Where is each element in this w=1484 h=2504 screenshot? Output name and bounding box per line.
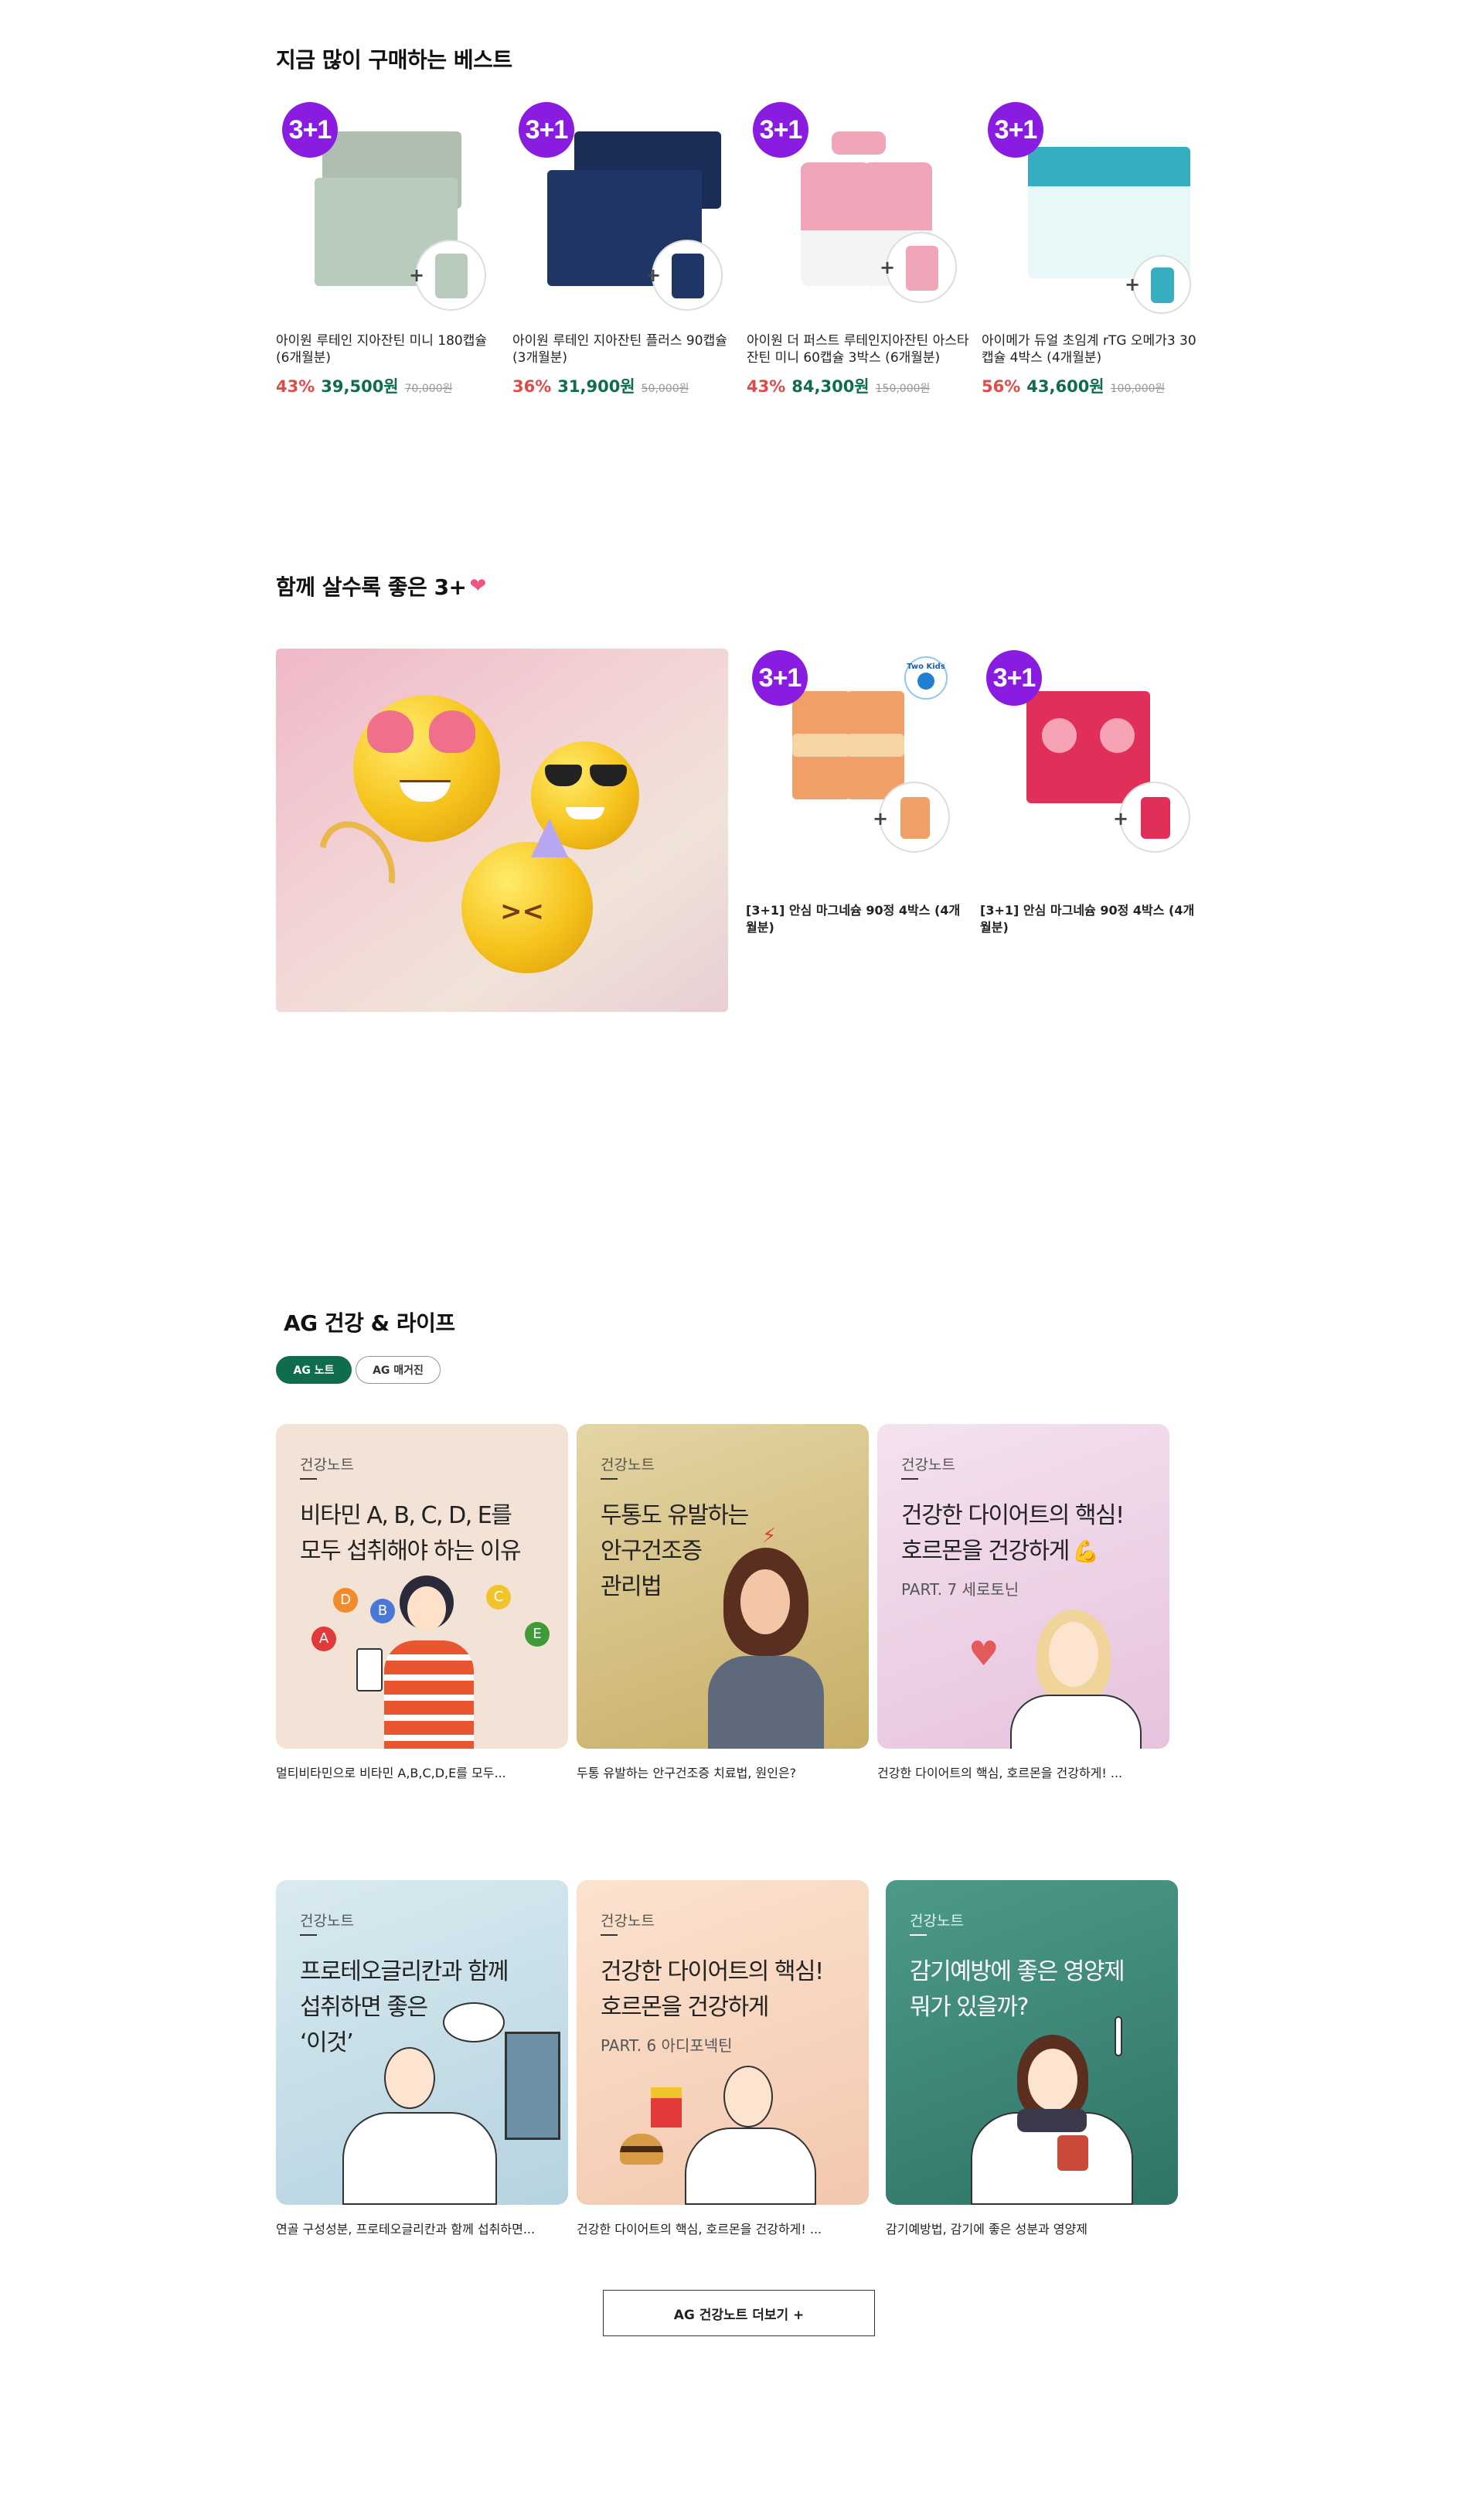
note-thumbnail[interactable]: 건강노트 건강한 다이어트의 핵심! 호르몬을 건강하게 PART. 6 아디포… <box>577 1880 869 2205</box>
party-hat-icon <box>531 819 568 857</box>
badge-3plus1: 3+1 <box>519 102 574 158</box>
sale-price: 84,300원 <box>791 377 870 396</box>
note-card[interactable]: 건강노트 비타민 A, B, C, D, E를 모두 섭취해야 하는 이유 A … <box>276 1424 568 1781</box>
note-thumbnail[interactable]: 건강노트 비타민 A, B, C, D, E를 모두 섭취해야 하는 이유 A … <box>276 1424 568 1749</box>
note-caption[interactable]: 건강한 다이어트의 핵심, 호르몬을 건강하게! ... <box>577 2219 869 2237</box>
note-thumbnail[interactable]: 건강노트 감기예방에 좋은 영양제 뭐가 있을까? <box>886 1880 1178 2205</box>
discount-rate: 36% <box>512 377 552 396</box>
muscle-icon: 💪 <box>1072 1538 1099 1564</box>
product-name[interactable]: 아이원 루테인 지아잔틴 미니 180캡슐 (6개월분) <box>276 332 500 366</box>
note-subtitle: PART. 7 세로토닌 <box>901 1580 1019 1599</box>
original-price: 100,000원 <box>1110 383 1166 395</box>
note-caption[interactable]: 감기예방법, 감기에 좋은 성분과 영양제 <box>886 2219 1178 2237</box>
product-image[interactable]: + Two Kids 3+1 <box>746 649 970 873</box>
note-subtitle: PART. 6 아디포넥틴 <box>601 2036 733 2055</box>
note-category: 건강노트 <box>910 1913 964 1930</box>
event-banner[interactable]: >< <box>276 649 728 1012</box>
note-category: 건강노트 <box>300 1456 354 1473</box>
product-card[interactable]: + 3+1 아이원 더 퍼스트 루테인지아잔틴 아스타잔틴 미니 60캡슐 3박… <box>747 101 971 397</box>
note-thumbnail[interactable]: 건강노트 프로테오글리칸과 함께 섭취하면 좋은 ‘이것’ <box>276 1880 568 2205</box>
mug-icon <box>1057 2135 1088 2171</box>
burger-icon <box>620 2134 663 2165</box>
product-image[interactable]: + 3+1 <box>276 101 500 325</box>
note-category: 건강노트 <box>601 1456 655 1473</box>
product-image[interactable]: + 3+1 <box>982 101 1206 325</box>
together-title-text: 함께 살수록 좋은 3+ <box>276 574 467 600</box>
together-section-title: 함께 살수록 좋은 3+ ❤ <box>276 571 486 601</box>
thermometer-icon <box>1115 2016 1122 2056</box>
product-image[interactable]: + 3+1 <box>747 101 971 325</box>
note-caption[interactable]: 건강한 다이어트의 핵심, 호르몬을 건강하게! ... <box>877 1763 1169 1781</box>
heart-icon: ❤ <box>469 574 487 598</box>
product-name[interactable]: [3+1] 안심 마그네슘 90정 4박스 (4개월분) <box>746 902 970 936</box>
discount-rate: 43% <box>276 377 315 396</box>
original-price: 50,000원 <box>641 383 689 395</box>
product-card[interactable]: + 3+1 [3+1] 안심 마그네슘 90정 4박스 (4개월분) <box>980 649 1204 936</box>
discount-rate: 43% <box>747 377 786 396</box>
product-name[interactable]: 아이메가 듀얼 초임계 rTG 오메가3 30캡슐 4박스 (4개월분) <box>982 332 1206 366</box>
product-image[interactable]: + 3+1 <box>980 649 1204 873</box>
person-illustration <box>723 2066 773 2128</box>
party-emoji: >< <box>461 842 593 973</box>
heart-eyes-emoji <box>353 695 500 842</box>
note-caption[interactable]: 연골 구성성분, 프로테오글리칸과 함께 섭취하면... <box>276 2219 568 2237</box>
sale-price: 39,500원 <box>321 377 399 396</box>
product-image[interactable]: + 3+1 <box>512 101 737 325</box>
doctor-illustration <box>384 2047 435 2109</box>
badge-3plus1: 3+1 <box>282 102 338 158</box>
note-category: 건강노트 <box>300 1913 354 1930</box>
tab-ag-magazine[interactable]: AG 매거진 <box>356 1356 441 1384</box>
sale-price: 31,900원 <box>557 377 635 396</box>
badge-3plus1: 3+1 <box>752 650 808 706</box>
note-card[interactable]: 건강노트 두통도 유발하는 안구건조증 관리법 ⚡ 두통 유발하는 안구건조증 … <box>577 1424 869 1781</box>
note-category: 건강노트 <box>601 1913 655 1930</box>
note-category: 건강노트 <box>901 1456 955 1473</box>
note-card[interactable]: 건강노트 건강한 다이어트의 핵심! 호르몬을 건강하게 PART. 7 세로토… <box>877 1424 1169 1781</box>
note-headline: 비타민 A, B, C, D, E를 모두 섭취해야 하는 이유 <box>300 1502 522 1565</box>
vitamin-d-icon: D <box>333 1588 358 1613</box>
sale-price: 43,600원 <box>1026 377 1104 396</box>
more-notes-button[interactable]: AG 건강노트 더보기 + <box>603 2290 875 2336</box>
badge-3plus1: 3+1 <box>988 102 1043 158</box>
health-section-title: AG 건강 & 라이프 <box>284 1310 455 1336</box>
product-name[interactable]: 아이원 더 퍼스트 루테인지아잔틴 아스타잔틴 미니 60캡슐 3박스 (6개월… <box>747 332 971 366</box>
note-thumbnail[interactable]: 건강노트 건강한 다이어트의 핵심! 호르몬을 건강하게 PART. 7 세로토… <box>877 1424 1169 1749</box>
note-thumbnail[interactable]: 건강노트 두통도 유발하는 안구건조증 관리법 ⚡ <box>577 1424 869 1749</box>
fries-icon <box>651 2087 682 2128</box>
vitamin-a-icon: A <box>311 1627 336 1651</box>
product-name[interactable]: 아이원 루테인 지아잔틴 플러스 90캡슐 (3개월분) <box>512 332 737 366</box>
heart-icon: ♥ <box>968 1634 999 1674</box>
note-card[interactable]: 건강노트 감기예방에 좋은 영양제 뭐가 있을까? 감기예방법, 감기에 좋은 … <box>886 1880 1178 2237</box>
product-name[interactable]: [3+1] 안심 마그네슘 90정 4박스 (4개월분) <box>980 902 1204 936</box>
vitamin-e-icon: E <box>525 1622 550 1647</box>
original-price: 70,000원 <box>404 383 453 395</box>
xray-icon <box>505 2032 560 2140</box>
product-card[interactable]: + Two Kids 3+1 [3+1] 안심 마그네슘 90정 4박스 (4개… <box>746 649 970 936</box>
discount-rate: 56% <box>982 377 1021 396</box>
note-card[interactable]: 건강노트 프로테오글리칸과 함께 섭취하면 좋은 ‘이것’ 연골 구성성분, 프… <box>276 1880 568 2237</box>
badge-3plus1: 3+1 <box>986 650 1042 706</box>
note-headline: 감기예방에 좋은 영양제 뭐가 있을까? <box>910 1958 1125 2021</box>
badge-3plus1: 3+1 <box>753 102 808 158</box>
tab-ag-note[interactable]: AG 노트 <box>276 1356 352 1384</box>
two-kids-tag-text: Two Kids <box>907 663 945 671</box>
note-headline: 건강한 다이어트의 핵심! 호르몬을 건강하게 <box>601 1958 824 2021</box>
scarf-icon <box>1017 2109 1087 2132</box>
product-card[interactable]: + 3+1 아이원 루테인 지아잔틴 미니 180캡슐 (6개월분) 43% 3… <box>276 101 500 397</box>
note-caption[interactable]: 두통 유발하는 안구건조증 치료법, 원인은? <box>577 1763 869 1781</box>
vitamin-c-icon: C <box>486 1585 511 1610</box>
best-section-title: 지금 많이 구매하는 베스트 <box>276 47 512 73</box>
vitamin-b-icon: B <box>370 1599 395 1623</box>
note-card[interactable]: 건강노트 건강한 다이어트의 핵심! 호르몬을 건강하게 PART. 6 아디포… <box>577 1880 869 2237</box>
original-price: 150,000원 <box>875 383 931 395</box>
product-card[interactable]: + 3+1 아이메가 듀얼 초임계 rTG 오메가3 30캡슐 4박스 (4개월… <box>982 101 1206 397</box>
note-caption[interactable]: 멀티비타민으로 비타민 A,B,C,D,E를 모두... <box>276 1763 568 1781</box>
product-card[interactable]: + 3+1 아이원 루테인 지아잔틴 플러스 90캡슐 (3개월분) 36% 3… <box>512 101 737 397</box>
pain-icon: ⚡ <box>762 1525 777 1548</box>
two-kids-tag-icon: Two Kids <box>904 656 948 700</box>
thought-bubble-icon <box>443 2002 505 2042</box>
